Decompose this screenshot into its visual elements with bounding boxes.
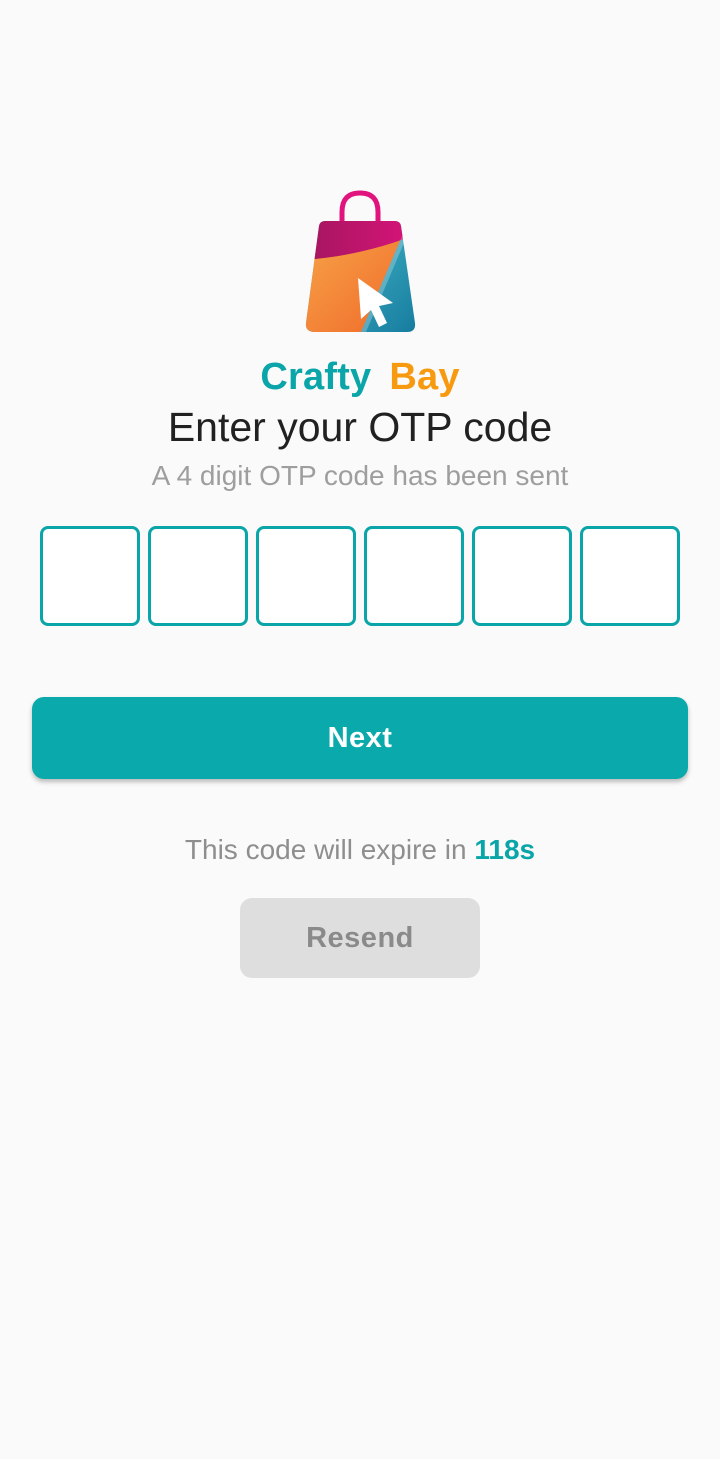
- otp-digit-5[interactable]: [472, 526, 572, 626]
- otp-digit-4[interactable]: [364, 526, 464, 626]
- resend-button[interactable]: Resend: [240, 898, 480, 978]
- otp-input-row: [40, 526, 680, 626]
- otp-digit-2[interactable]: [148, 526, 248, 626]
- page-subtitle: A 4 digit OTP code has been sent: [151, 460, 569, 491]
- otp-verification-screen: Crafty Bay Enter your OTP code A 4 digit …: [0, 0, 720, 1459]
- expire-notice: This code will expire in 118s: [0, 832, 720, 868]
- otp-digit-1[interactable]: [40, 526, 140, 626]
- brand-word-bay: Bay: [389, 356, 460, 398]
- expire-text: This code will expire in: [184, 834, 467, 865]
- otp-digit-6[interactable]: [580, 526, 680, 626]
- otp-digit-3[interactable]: [256, 526, 356, 626]
- brand-name: Crafty Bay: [0, 352, 720, 402]
- next-button[interactable]: Next: [32, 697, 688, 779]
- page-title: Enter your OTP code: [167, 404, 553, 450]
- crafty-bay-logo-icon: [303, 190, 417, 336]
- brand-word-crafty: Crafty: [260, 356, 372, 398]
- expire-countdown: 118s: [474, 834, 536, 865]
